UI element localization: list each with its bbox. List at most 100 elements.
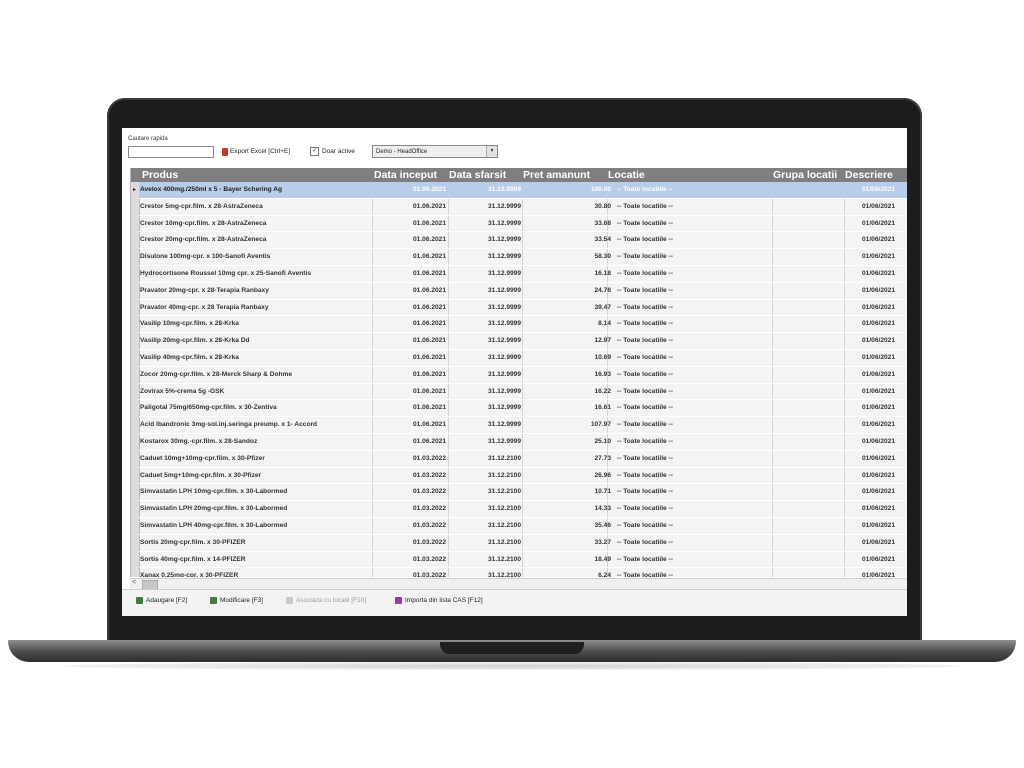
excel-icon <box>222 147 228 156</box>
produs-cell: Simvastatin LPH 20mg-cpr.film. x 30-Labo… <box>140 505 288 513</box>
active-only-checkbox[interactable]: ✓ Doar active <box>310 146 355 157</box>
header-descriere[interactable]: Descriere <box>845 169 907 181</box>
table-row[interactable]: Kostarox 30mg.-cpr.film. x 28-Sandoz 01.0… <box>139 434 907 451</box>
produs-cell: Crestor 10mg-cpr.film. x 28-AstraZeneca <box>140 219 267 227</box>
table-row[interactable]: Vasilip 10mg-cpr.film. x 28-Krka 01.06.20… <box>139 316 907 334</box>
table-row[interactable]: Disulone 100mg-cpr. x 100-Sanofi Aventis… <box>139 249 907 266</box>
description-cell: 01/06/2021 <box>861 303 895 311</box>
start-date-cell: 01.06.2021 <box>412 286 446 294</box>
associate-locations-button[interactable]: Asociaza cu locatii [F10] <box>286 597 366 604</box>
table-row[interactable]: Avelox 400mg./250ml x 5 - Bayer Schering… <box>139 182 907 199</box>
description-cell: 01/06/2021 <box>861 521 895 529</box>
description-cell: 01/06/2021 <box>861 505 895 513</box>
description-cell: 01/06/2021 <box>861 337 895 345</box>
produs-cell: Xanax 0.25mg-cpr. x 30-PFIZER <box>140 572 239 577</box>
table-row[interactable]: Vasilip 20mg-cpr.film. x 28-Krka Dd 01.06… <box>139 333 907 350</box>
edit-button[interactable]: Modificare [F3] <box>210 597 263 604</box>
table-row[interactable]: Crestor 10mg-cpr.film. x 28-AstraZeneca 0… <box>139 216 907 233</box>
produs-cell: Caduet 5mg+10mg-cpr.film. x 30-Pfizer <box>140 471 262 479</box>
description-cell: 01/06/2021 <box>861 488 895 496</box>
price-cell: 10.71 <box>594 488 611 496</box>
location-cell: -- Toate locatiile -- <box>617 505 673 513</box>
header-pret-amanunt[interactable]: Pret amanunt <box>523 169 605 181</box>
location-cell: -- Toate locatiile -- <box>617 253 673 261</box>
horizontal-scrollbar[interactable]: < <box>130 578 907 590</box>
table-row[interactable]: Pravator 20mg-cpr. x 28-Terapia Ranbaxy 0… <box>139 283 907 300</box>
price-cell: 24.76 <box>594 286 611 294</box>
price-cell: 33.54 <box>594 236 611 244</box>
location-cell: -- Toate locatiile -- <box>617 202 673 210</box>
add-button[interactable]: Adaugare [F2] <box>136 597 187 604</box>
description-cell: 01/06/2021 <box>861 269 895 277</box>
chevron-down-icon[interactable]: ▾ <box>486 146 497 157</box>
header-produs[interactable]: Produs <box>142 169 342 181</box>
description-cell: 01/06/2021 <box>861 353 895 361</box>
import-cas-button[interactable]: Importa din lista CAS [F12] <box>395 597 483 604</box>
produs-cell: Hydrocortisone Roussel 10mg cpr. x 25-Sa… <box>140 269 311 277</box>
start-date-cell: 01.06.2021 <box>412 387 446 395</box>
table-row[interactable]: Hydrocortisone Roussel 10mg cpr. x 25-Sa… <box>139 266 907 283</box>
description-cell: 01/06/2021 <box>861 555 895 563</box>
end-date-cell: 31.12.9999 <box>487 286 521 294</box>
checkbox-box: ✓ <box>310 147 319 156</box>
location-cell: -- Toate locatiile -- <box>617 370 673 378</box>
table-row[interactable]: Sortis 40mg-cpr.film. x 14-PFIZER 01.03.2… <box>139 552 907 569</box>
scroll-left-icon[interactable]: < <box>132 579 136 586</box>
header-locatie[interactable]: Locatie <box>608 169 708 181</box>
table-row[interactable]: Simvastatin LPH 20mg-cpr.film. x 30-Labo… <box>139 501 907 518</box>
end-date-cell: 31.12.2100 <box>487 488 521 496</box>
table-row[interactable]: Caduet 5mg+10mg-cpr.film. x 30-Pfizer 01.… <box>139 468 907 485</box>
header-grupa-locatii[interactable]: Grupa locatii <box>773 169 845 181</box>
table-row[interactable]: Sortis 20mg-cpr.film. x 30-PFIZER 01.03.2… <box>139 535 907 552</box>
start-date-cell: 01.06.2021 <box>412 421 446 429</box>
location-cell: -- Toate locatiile -- <box>617 236 673 244</box>
start-date-cell: 01.03.2022 <box>412 538 446 546</box>
table-row[interactable]: Acid Ibandronic 3mg-sol.inj.seringa preu… <box>139 417 907 434</box>
end-date-cell: 31.12.9999 <box>487 202 521 210</box>
location-cell: -- Toate locatiile -- <box>617 404 673 412</box>
end-date-cell: 31.12.2100 <box>487 555 521 563</box>
table-row[interactable]: Pravator 40mg-cpr. x 28 Terapia Ranbaxy 0… <box>139 300 907 317</box>
produs-cell: Avelox 400mg./250ml x 5 - Bayer Schering… <box>140 186 283 193</box>
header-data-inceput[interactable]: Data inceput <box>374 169 448 181</box>
produs-cell: Sortis 40mg-cpr.film. x 14-PFIZER <box>140 555 246 563</box>
table-row[interactable]: Paligotal 75mg/650mg-cpr.film. x 30-Zent… <box>139 400 907 418</box>
table-row[interactable]: Zovirax 5%-crema 5g -GSK 01.06.2021 31.12.… <box>139 384 907 401</box>
produs-cell: Crestor 20mg-cpr.film. x 28-AstraZeneca <box>140 236 267 244</box>
edit-icon <box>210 597 217 604</box>
location-cell: -- Toate locatiile -- <box>617 488 673 496</box>
start-date-cell: 01.03.2022 <box>412 572 446 577</box>
table-row[interactable]: Vasilip 40mg-cpr.film. x 28-Krka 01.06.20… <box>139 350 907 367</box>
start-date-cell: 01.03.2022 <box>412 488 446 496</box>
end-date-cell: 31.12.2100 <box>487 505 521 513</box>
table-row[interactable]: Zocor 20mg-cpr.film. x 28-Merck Sharp & … <box>139 367 907 384</box>
end-date-cell: 31.12.2100 <box>487 572 521 577</box>
produs-cell: Disulone 100mg-cpr. x 100-Sanofi Aventis <box>140 253 271 261</box>
table-row[interactable]: Caduet 10mg+10mg-cpr.film. x 30-Pfizer 01… <box>139 451 907 468</box>
start-date-cell: 01.03.2022 <box>412 471 446 479</box>
produs-cell: Sortis 20mg-cpr.film. x 30-PFIZER <box>140 538 246 546</box>
end-date-cell: 31.12.9999 <box>487 219 521 227</box>
start-date-cell: 01.03.2022 <box>412 555 446 563</box>
export-excel-button[interactable]: Export Excel [Ctrl+E] <box>222 146 290 157</box>
description-cell: 01/06/2021 <box>861 320 895 328</box>
table-row[interactable]: Xanax 0.25mg-cpr. x 30-PFIZER 01.03.2022 3… <box>139 568 907 577</box>
price-cell: 12.97 <box>594 337 611 345</box>
price-cell: 27.73 <box>594 454 611 462</box>
description-cell: 01/06/2021 <box>861 202 895 210</box>
table-row[interactable]: Simvastatin LPH 40mg-cpr.film. x 30-Labo… <box>139 518 907 535</box>
table-row[interactable]: Crestor 20mg-cpr.film. x 28-AstraZeneca 0… <box>139 232 907 250</box>
table-row[interactable]: Crestor 5mg-cpr.film. x 28-AstraZeneca 01… <box>139 199 907 216</box>
description-cell: 01/06/2021 <box>861 370 895 378</box>
price-cell: 18.49 <box>594 555 611 563</box>
price-cell: 26.96 <box>594 471 611 479</box>
table-row[interactable]: Simvastatin LPH 10mg-cpr.film. x 30-Labo… <box>139 484 907 502</box>
location-select[interactable]: Demo - HeadOffice ▾ <box>372 145 498 158</box>
export-excel-label: Export Excel [Ctrl+E] <box>230 148 291 155</box>
header-data-sfarsit[interactable]: Data sfarsit <box>449 169 521 181</box>
price-cell: 14.33 <box>594 505 611 513</box>
search-input[interactable] <box>128 146 214 158</box>
description-cell: 01/06/2021 <box>861 454 895 462</box>
price-cell: 25.10 <box>594 437 611 445</box>
location-cell: -- Toate locatiile -- <box>617 387 673 395</box>
